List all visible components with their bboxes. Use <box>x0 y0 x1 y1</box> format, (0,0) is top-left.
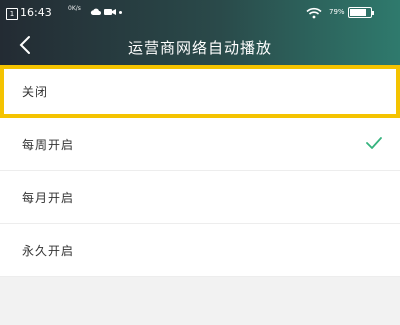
option-forever[interactable]: 永久开启 <box>0 224 400 277</box>
option-off[interactable]: 关闭 <box>0 65 400 118</box>
top-bar: 1 16:43 0K/s 79% 运营商网络自动播放 <box>0 0 400 65</box>
option-label: 每周开启 <box>22 138 75 152</box>
status-bar: 1 16:43 0K/s 79% <box>0 0 400 26</box>
empty-area <box>0 277 400 325</box>
battery-percent: 79% <box>329 8 345 16</box>
battery-icon <box>348 7 374 18</box>
option-weekly[interactable]: 每周开启 <box>0 118 400 171</box>
cloud-icon <box>90 8 101 15</box>
network-speed: 0K/s <box>68 5 81 12</box>
option-label: 关闭 <box>22 85 49 99</box>
wifi-icon <box>306 7 322 19</box>
nav-bar: 运营商网络自动播放 <box>0 26 400 65</box>
sim-icon: 1 <box>6 8 18 20</box>
notification-dot <box>119 11 122 14</box>
camera-icon <box>104 9 116 15</box>
option-list: 关闭 每周开启 每月开启 永久开启 <box>0 65 400 277</box>
status-time: 16:43 <box>20 6 52 19</box>
option-label: 每月开启 <box>22 191 75 205</box>
battery-fill <box>350 9 366 16</box>
page-title: 运营商网络自动播放 <box>127 39 272 57</box>
check-icon <box>366 137 382 149</box>
sim-label: 1 <box>9 10 15 18</box>
option-label: 永久开启 <box>22 244 75 258</box>
option-monthly[interactable]: 每月开启 <box>0 171 400 224</box>
